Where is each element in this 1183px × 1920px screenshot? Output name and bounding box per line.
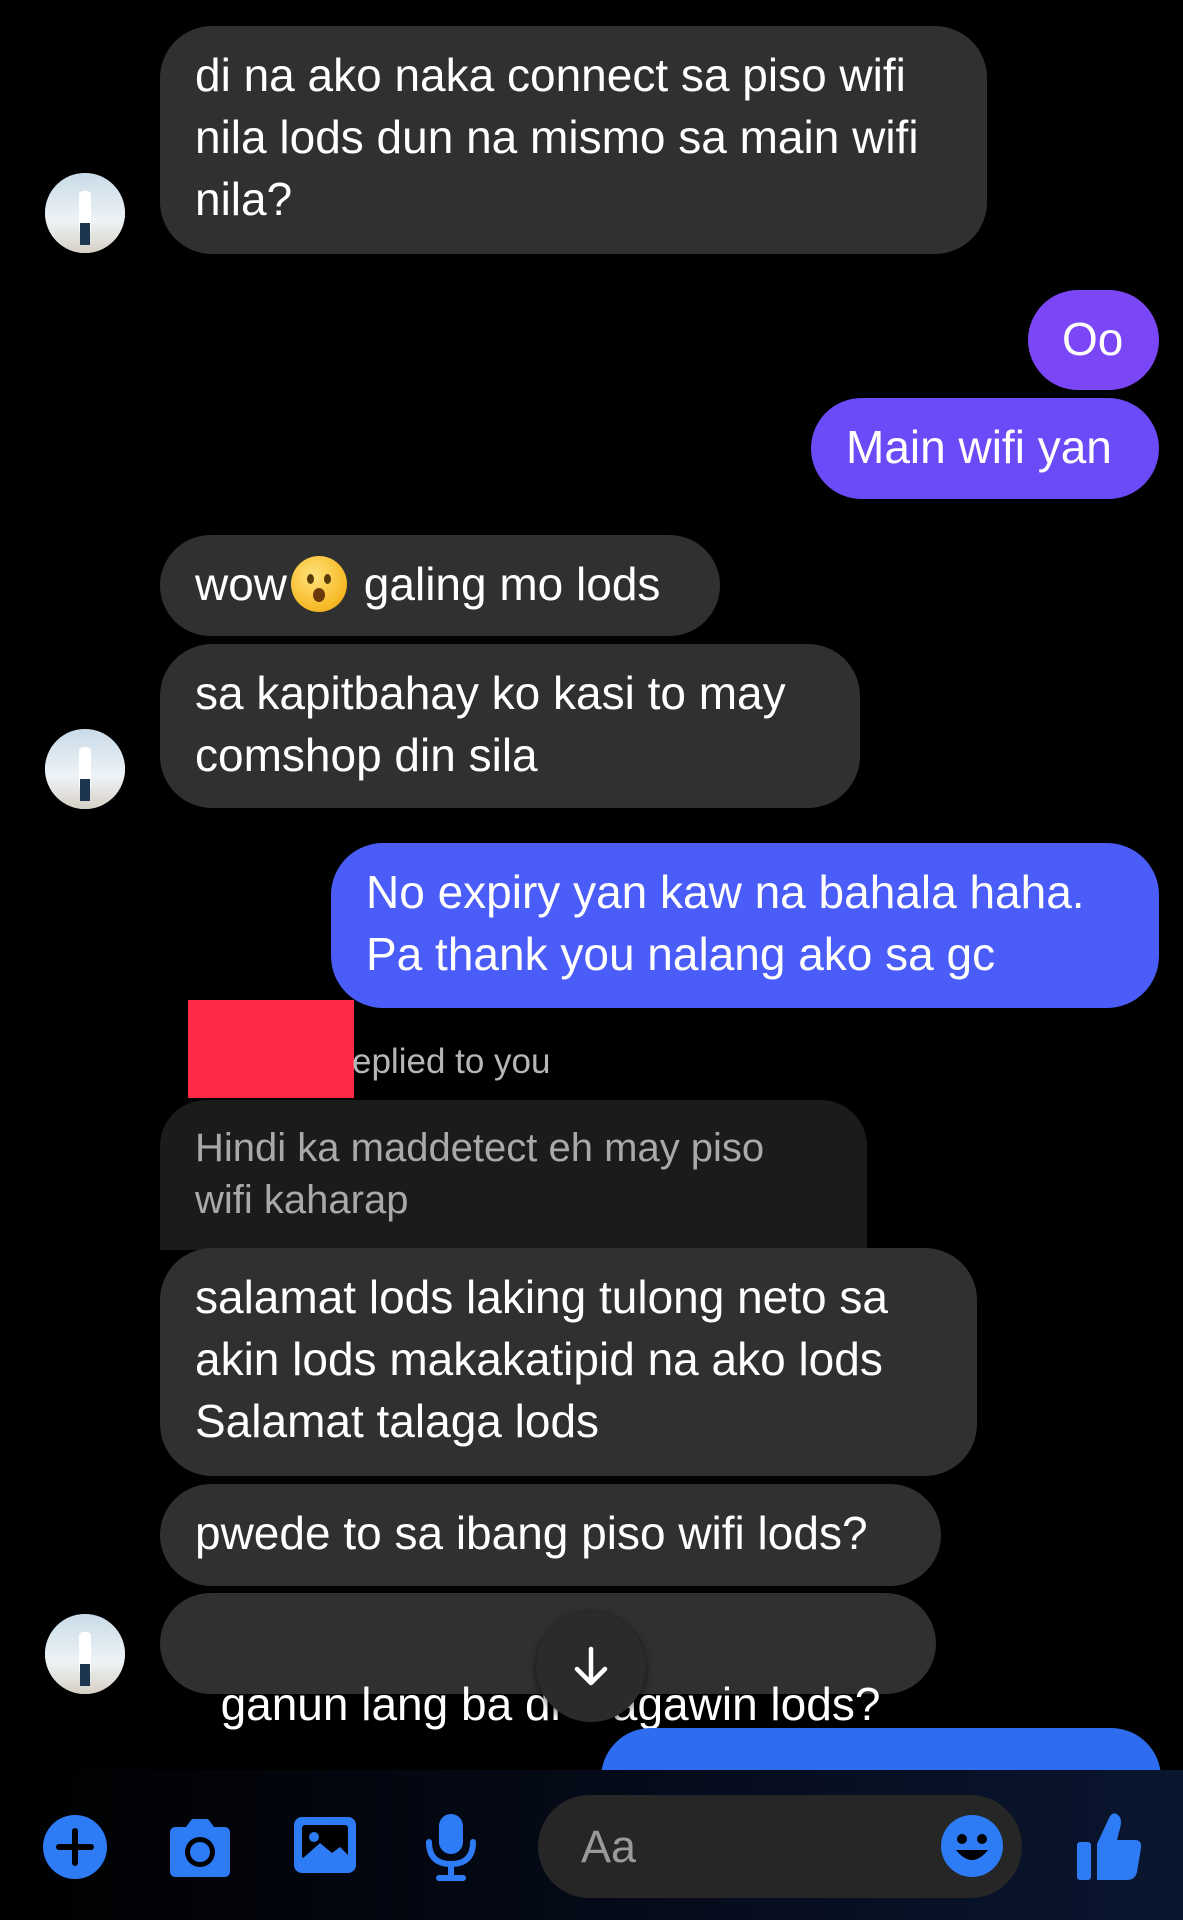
message-text: No expiry yan kaw na bahala haha. Pa tha… xyxy=(366,866,1085,980)
thumbs-up-icon[interactable] xyxy=(1075,1810,1143,1882)
plus-icon[interactable] xyxy=(42,1814,108,1880)
message-text: salamat lods laking tulong neto sa akin … xyxy=(195,1271,888,1447)
avatar[interactable] xyxy=(45,729,125,809)
message-input[interactable]: Aa xyxy=(538,1795,1022,1898)
message-incoming[interactable]: pwede to sa ibang piso wifi lods? xyxy=(160,1484,941,1586)
message-text: Oo xyxy=(1062,313,1124,365)
message-text: galing mo lods xyxy=(351,558,661,610)
microphone-icon[interactable] xyxy=(423,1812,479,1882)
astonished-emoji-icon xyxy=(291,555,348,612)
message-incoming[interactable]: salamat lods laking tulong neto sa akin … xyxy=(160,1248,977,1476)
scroll-to-bottom-button[interactable] xyxy=(536,1612,646,1722)
message-text: Main wifi yan xyxy=(846,421,1112,473)
message-outgoing[interactable]: Main wifi yan xyxy=(811,398,1159,499)
reply-quote[interactable]: Hindi ka maddetect eh may piso wifi kaha… xyxy=(160,1100,867,1250)
avatar[interactable] xyxy=(45,173,125,253)
reply-label: eplied to you xyxy=(352,1042,551,1081)
message-text: di na ako naka connect sa piso wifi nila… xyxy=(195,49,919,225)
message-outgoing[interactable]: Oo xyxy=(1028,290,1159,390)
message-incoming[interactable]: wow galing mo lods xyxy=(160,535,720,636)
message-input-placeholder: Aa xyxy=(581,1821,637,1872)
image-icon[interactable] xyxy=(292,1815,358,1877)
message-incoming[interactable]: di na ako naka connect sa piso wifi nila… xyxy=(160,26,987,254)
quoted-text: Hindi ka maddetect eh may piso wifi kaha… xyxy=(195,1126,765,1222)
message-text: sa kapitbahay ko kasi to may comshop din… xyxy=(195,667,786,781)
message-incoming[interactable]: sa kapitbahay ko kasi to may comshop din… xyxy=(160,644,860,808)
message-outgoing[interactable]: No expiry yan kaw na bahala haha. Pa tha… xyxy=(331,843,1159,1008)
emoji-icon[interactable] xyxy=(940,1814,1004,1878)
avatar[interactable] xyxy=(45,1614,125,1694)
camera-icon[interactable] xyxy=(164,1817,236,1879)
message-text: pwede to sa ibang piso wifi lods? xyxy=(195,1507,868,1559)
arrow-down-icon xyxy=(574,1646,608,1686)
redacted-name xyxy=(188,1000,354,1098)
message-text: wow xyxy=(195,558,288,610)
